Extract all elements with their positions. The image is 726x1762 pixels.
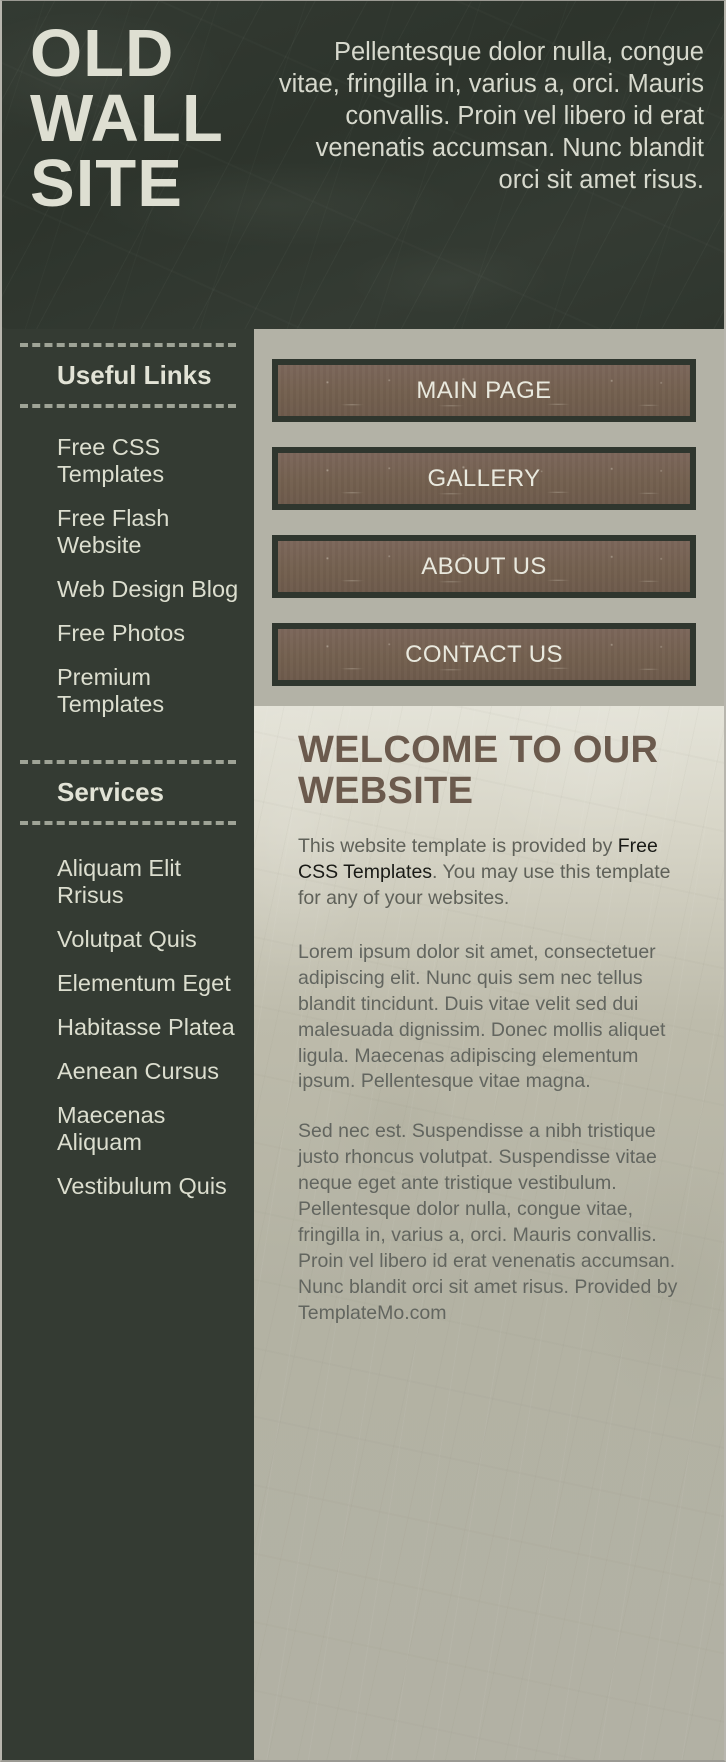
main-text-panel: WELCOME TO OUR WEBSITE This website temp… bbox=[254, 706, 724, 1760]
body-paragraph-3: Sed nec est. Suspendisse a nibh tristiqu… bbox=[298, 1120, 678, 1324]
content-column: MAIN PAGE GALLERY ABOUT US CONTACT US WE… bbox=[254, 329, 724, 1760]
sidebar-item-maecenas-aliquam[interactable]: Maecenas Aliquam bbox=[57, 1102, 242, 1156]
sidebar-heading-services: Services bbox=[57, 777, 164, 808]
body-wrapper: Useful Links Free CSS Templates Free Fla… bbox=[2, 329, 724, 1760]
sidebar-item-elementum-eget[interactable]: Elementum Eget bbox=[57, 970, 242, 997]
sidebar-useful-links-list: Free CSS Templates Free Flash Website We… bbox=[2, 408, 254, 728]
intro-text-before-link: This website template is provided by bbox=[298, 835, 618, 858]
nav-button-main-page[interactable]: MAIN PAGE bbox=[272, 359, 696, 422]
sidebar: Useful Links Free CSS Templates Free Fla… bbox=[2, 329, 254, 1760]
nav-button-gallery[interactable]: GALLERY bbox=[272, 447, 696, 510]
nav-panel: MAIN PAGE GALLERY ABOUT US CONTACT US bbox=[254, 329, 724, 706]
sidebar-item-habitasse-platea[interactable]: Habitasse Platea bbox=[57, 1014, 242, 1041]
sidebar-item-web-design-blog[interactable]: Web Design Blog bbox=[57, 576, 242, 603]
sidebar-item-premium-templates[interactable]: Premium Templates bbox=[57, 664, 242, 718]
intro-paragraph: This website template is provided by Fre… bbox=[298, 834, 696, 912]
nav-button-about-us[interactable]: ABOUT US bbox=[272, 535, 696, 598]
site-header: OLD WALL SITE Pellentesque dolor nulla, … bbox=[2, 1, 724, 329]
nav-button-contact-us[interactable]: CONTACT US bbox=[272, 623, 696, 686]
sidebar-item-volutpat-quis[interactable]: Volutpat Quis bbox=[57, 926, 242, 953]
sidebar-item-free-photos[interactable]: Free Photos bbox=[57, 620, 242, 647]
sidebar-heading-useful-links: Useful Links bbox=[57, 360, 212, 390]
page-root: OLD WALL SITE Pellentesque dolor nulla, … bbox=[0, 0, 726, 1762]
sidebar-item-free-css-templates[interactable]: Free CSS Templates bbox=[57, 434, 242, 488]
sidebar-item-vestibulum-quis[interactable]: Vestibulum Quis bbox=[57, 1173, 242, 1200]
welcome-heading: WELCOME TO OUR WEBSITE bbox=[298, 729, 659, 813]
sidebar-services-list: Aliquam Elit Rrisus Volutpat Quis Elemen… bbox=[2, 825, 254, 1224]
sidebar-item-free-flash-website[interactable]: Free Flash Website bbox=[57, 505, 242, 559]
body-paragraph-2: Lorem ipsum dolor sit amet, consectetuer… bbox=[298, 940, 666, 1093]
header-tagline: Pellentesque dolor nulla, congue vitae, … bbox=[278, 38, 704, 194]
sidebar-item-aliquam-elit-rrisus[interactable]: Aliquam Elit Rrisus bbox=[57, 855, 242, 909]
sidebar-item-aenean-cursus[interactable]: Aenean Cursus bbox=[57, 1058, 242, 1085]
site-title: OLD WALL SITE bbox=[30, 16, 223, 221]
